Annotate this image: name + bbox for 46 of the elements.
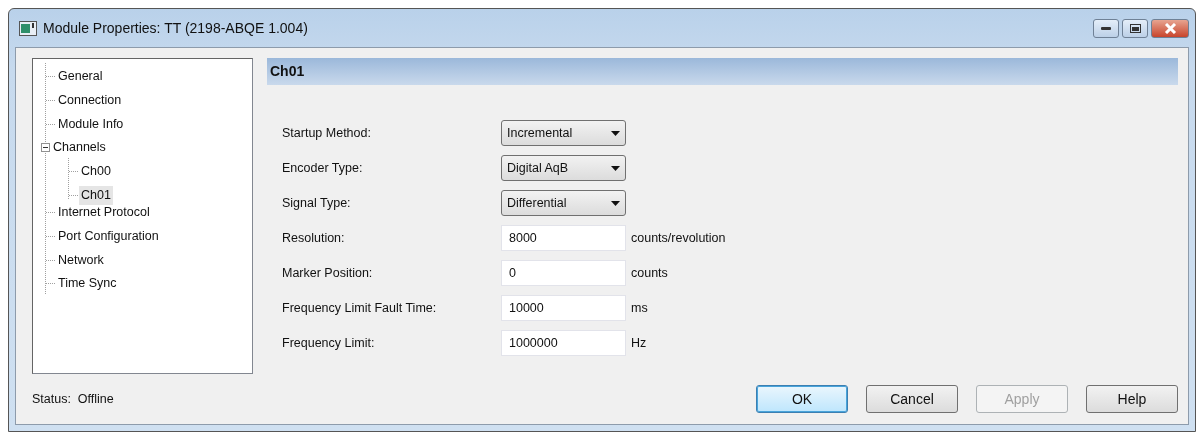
minimize-button[interactable] [1093,19,1119,38]
field-label: Frequency Limit Fault Time: [282,299,438,317]
maximize-button[interactable] [1122,19,1148,38]
unit-label: ms [631,299,648,317]
collapse-toggle[interactable] [41,143,50,153]
tree-item[interactable]: Module Info [56,114,126,134]
tree-item[interactable]: Internet Protocol [56,203,152,222]
input-field[interactable]: 8000 [501,225,626,251]
tree-item[interactable]: Connection [56,90,124,110]
tree-item[interactable]: Time Sync [56,274,119,294]
tree-item[interactable]: General [56,67,105,86]
dialog-button[interactable]: OK [756,385,848,413]
dialog-button[interactable]: Help [1086,385,1178,413]
status-text: Status: Offline [32,390,114,408]
caret-icon [611,165,620,171]
app-icon [19,20,37,36]
dropdown[interactable]: Digital AqB [501,155,626,181]
minus-icon [43,147,48,149]
close-button[interactable] [1151,19,1189,38]
unit-label: counts/revolution [631,229,726,247]
input-field[interactable]: 0 [501,260,626,286]
caret-icon [611,130,620,136]
section-header: Ch01 [267,58,1178,85]
dropdown[interactable]: Incremental [501,120,626,146]
tree-item[interactable]: Port Configuration [56,226,161,246]
tree-item[interactable]: Ch01 [79,185,113,205]
unit-label: counts [631,264,668,282]
window-title: Module Properties: TT (2198-ABQE 1.004) [43,18,308,38]
field-label: Encoder Type: [282,159,364,177]
field-label: Marker Position: [282,264,374,282]
tree-item[interactable]: Network [56,250,106,270]
field-label: Startup Method: [282,124,372,142]
tree-item[interactable]: Channels [51,138,108,158]
dropdown[interactable]: Differential [501,190,626,216]
minimize-icon [1101,26,1111,31]
tree-item[interactable]: Ch00 [79,162,113,181]
maximize-icon [1129,24,1141,33]
input-field[interactable]: 1000000 [501,330,626,356]
caret-icon [611,200,620,206]
close-icon [1163,23,1177,34]
field-label: Resolution: [282,229,346,247]
field-label: Frequency Limit: [282,334,376,352]
input-field[interactable]: 10000 [501,295,626,321]
dialog-button[interactable]: Cancel [866,385,958,413]
unit-label: Hz [631,334,647,352]
field-label: Signal Type: [282,194,352,212]
